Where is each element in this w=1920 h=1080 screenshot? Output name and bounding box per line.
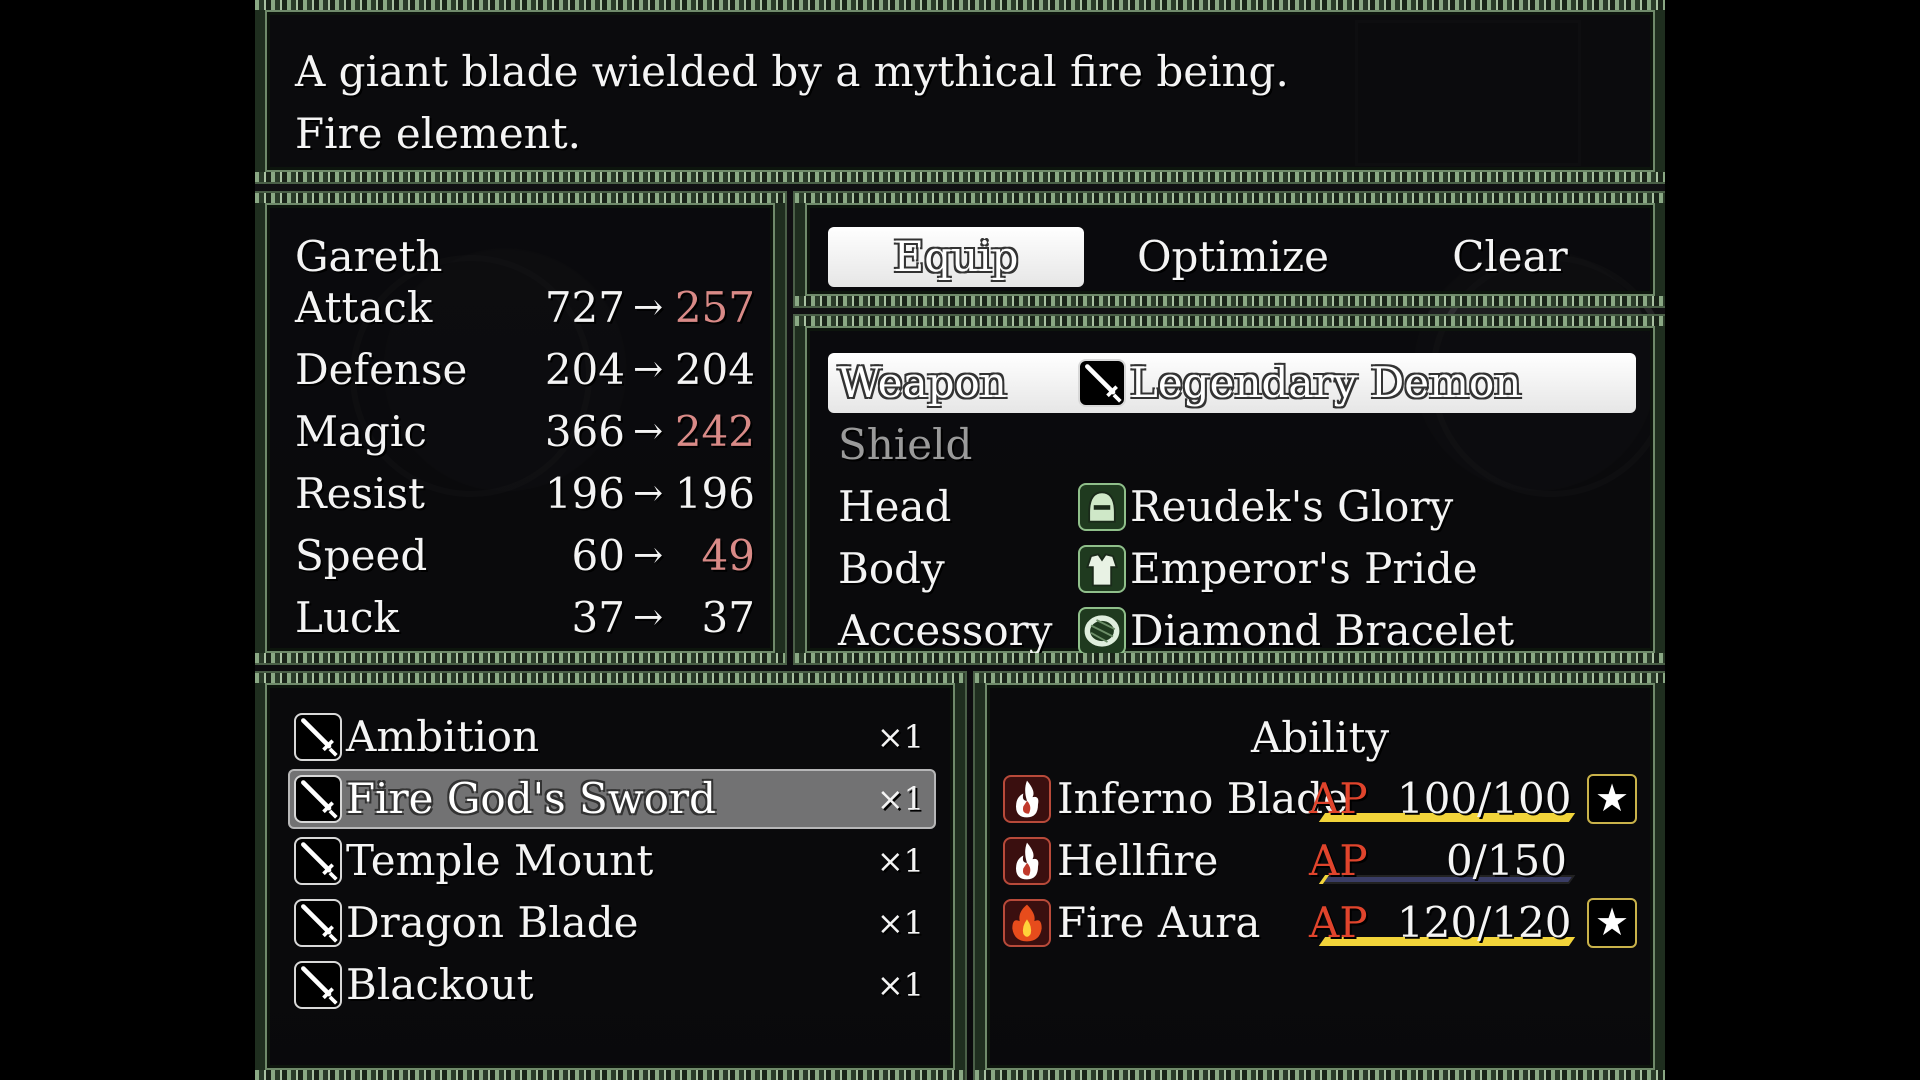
ability-row[interactable]: Hellfire AP 0/150 [997,831,1657,891]
ability-title: Ability [1250,713,1390,762]
equipped-item-name: Diamond Bracelet [1130,606,1515,655]
star-icon: ★ [1587,898,1637,948]
stat-current-value: 37 [571,593,625,642]
ability-row[interactable]: Inferno Blade AP 100/100 ★ [997,769,1657,829]
help-window: A giant blade wielded by a mythical fire… [255,0,1665,182]
equip-slot-window: Weapon Legendary Demon Shield Head Reudek's … [795,316,1665,663]
slot-row-accessory[interactable]: Accessory Diamond Bracelet [828,601,1636,661]
item-quantity: ×1 [876,966,924,1004]
flame-icon [1003,775,1051,823]
item-name: Ambition [346,712,540,761]
ap-value: 120/120 [1397,898,1572,947]
sword-icon [294,713,342,761]
ability-row[interactable]: Fire Aura AP 120/120 ★ [997,893,1657,953]
ability-name: Fire Aura [1057,898,1261,947]
ability-name: Hellfire [1057,836,1219,885]
stat-current-value: 196 [544,469,625,518]
helmet-icon [1078,483,1126,531]
star-icon: ★ [1587,774,1637,824]
slot-label: Shield [838,420,973,469]
item-row[interactable]: Dragon Blade ×1 [288,893,936,953]
stat-label: Attack [295,283,433,332]
status-window: Gareth Attack 727 → 257 Defense 204 → 204 Magic 3… [255,193,785,663]
stat-new-value: 257 [674,283,755,332]
equipped-item-name: Emperor's Pride [1130,544,1478,593]
stat-new-value: 242 [674,407,755,456]
armor-icon [1078,545,1126,593]
item-quantity: ×1 [876,842,924,880]
slot-label: Head [838,482,952,531]
ap-value: 0/150 [1445,836,1567,885]
equipped-item-name: Reudek's Glory [1130,482,1454,531]
ap-label: AP [1309,898,1368,947]
item-quantity: ×1 [876,718,924,756]
slot-row-shield[interactable]: Shield [828,415,1636,475]
flame-icon [1003,837,1051,885]
item-list-window: Ambition ×1 Fire God's Sword ×1 Temple Mount… [255,673,965,1080]
sword-icon [294,837,342,885]
slot-label: Accessory [838,606,1053,655]
command-window: Equip Optimize Clear [795,193,1665,306]
description-line-2: Fire element. [295,109,581,158]
ability-name: Inferno Blade [1057,774,1348,823]
item-row[interactable]: Fire God's Sword ×1 [288,769,936,829]
item-quantity: ×1 [876,904,924,942]
ap-label: AP [1309,836,1368,885]
equipped-item-name: Legendary Demon [1130,358,1522,407]
sword-icon [294,775,342,823]
ap-value: 100/100 [1397,774,1572,823]
slot-row-head[interactable]: Head Reudek's Glory [828,477,1636,537]
stat-label: Defense [295,345,468,394]
clear-command[interactable]: Clear [1382,227,1638,287]
item-row[interactable]: Ambition ×1 [288,707,936,767]
stat-new-value: 204 [674,345,755,394]
slot-label: Body [838,544,945,593]
item-name: Temple Mount [346,836,654,885]
stat-label: Resist [295,469,425,518]
stat-new-value: 37 [701,593,755,642]
stat-current-value: 60 [571,531,625,580]
stat-label: Luck [295,593,399,642]
sword-icon [294,899,342,947]
slot-row-weapon[interactable]: Weapon Legendary Demon [828,353,1636,413]
equip-command[interactable]: Equip [828,227,1084,287]
optimize-command[interactable]: Optimize [1105,227,1361,287]
stat-new-value: 196 [674,469,755,518]
sword-icon [294,961,342,1009]
description-line-1: A giant blade wielded by a mythical fire… [295,47,1289,96]
slot-label: Weapon [838,358,1007,407]
stat-current-value: 366 [544,407,625,456]
item-name: Blackout [346,960,534,1009]
bracelet-icon [1078,607,1126,655]
fire-aura-icon [1003,899,1051,947]
item-quantity: ×1 [876,780,924,818]
stat-current-value: 204 [544,345,625,394]
game-screen: A giant blade wielded by a mythical fire… [255,0,1665,1080]
item-row[interactable]: Blackout ×1 [288,955,936,1015]
item-name: Dragon Blade [346,898,639,947]
stat-label: Speed [295,531,428,580]
stat-label: Magic [295,407,427,456]
stat-current-value: 727 [544,283,625,332]
stat-new-value: 49 [701,531,755,580]
item-name: Fire God's Sword [346,774,717,823]
ability-window: Ability Inferno Blade AP 100/100 ★ Hellfire A… [975,673,1665,1080]
ap-label: AP [1309,774,1368,823]
item-row[interactable]: Temple Mount ×1 [288,831,936,891]
slot-row-body[interactable]: Body Emperor's Pride [828,539,1636,599]
sword-icon [1078,359,1126,407]
